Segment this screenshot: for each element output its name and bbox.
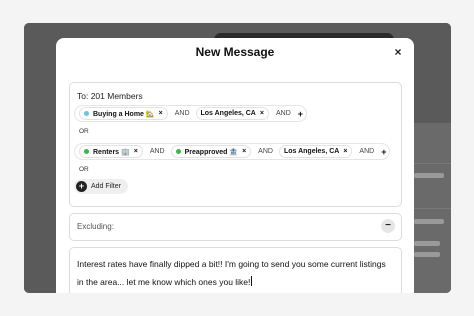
remove-chip-icon[interactable]: × xyxy=(260,110,264,117)
filter-group-1: Buying a Home 🏡 × AND Los Angeles, CA × … xyxy=(74,105,308,122)
or-label: OR xyxy=(79,128,89,135)
add-filter-label: Add Filter xyxy=(91,183,121,190)
remove-chip-icon[interactable]: × xyxy=(343,148,347,155)
chip-label: Los Angeles, CA xyxy=(200,110,256,117)
and-connector: AND xyxy=(275,110,291,117)
background-line xyxy=(414,252,440,257)
remove-chip-icon[interactable]: × xyxy=(242,148,246,155)
remove-chip-icon[interactable]: × xyxy=(134,148,138,155)
filter-chip-los-angeles[interactable]: Los Angeles, CA × xyxy=(195,107,269,120)
excluding-box[interactable]: Excluding: − xyxy=(69,213,402,241)
and-connector: AND xyxy=(258,148,273,155)
filter-chip-los-angeles[interactable]: Los Angeles, CA × xyxy=(278,145,353,158)
chip-label: Renters 🏢 xyxy=(93,148,130,156)
app-window: New Message × To: 201 Members Buying a H… xyxy=(24,23,451,293)
status-dot-icon xyxy=(175,149,181,154)
excluding-label: Excluding: xyxy=(77,222,114,231)
text-cursor xyxy=(251,276,253,286)
chip-label: Los Angeles, CA xyxy=(283,148,340,155)
filter-group-2: Renters 🏢 × AND Preapproved 🏦 × AND Los … xyxy=(74,143,391,160)
new-message-modal: New Message × To: 201 Members Buying a H… xyxy=(56,38,414,293)
collapse-minus-icon[interactable]: − xyxy=(381,219,395,233)
recipients-box: To: 201 Members Buying a Home 🏡 × AND Lo… xyxy=(69,82,402,207)
background-line xyxy=(414,219,444,224)
chip-label: Buying a Home 🏡 xyxy=(93,110,155,118)
chip-label: Preapproved 🏦 xyxy=(184,148,239,156)
plus-circle-icon: + xyxy=(76,181,87,192)
to-label: To: 201 Members xyxy=(77,91,143,101)
and-connector: AND xyxy=(149,148,165,155)
message-text: Interest rates have finally dipped a bit… xyxy=(77,259,386,287)
close-icon[interactable]: × xyxy=(392,45,404,59)
add-condition-icon[interactable]: + xyxy=(381,147,386,157)
message-textarea[interactable]: Interest rates have finally dipped a bit… xyxy=(69,247,402,293)
remove-chip-icon[interactable]: × xyxy=(159,110,163,117)
filter-chip-buying-a-home[interactable]: Buying a Home 🏡 × xyxy=(79,107,168,120)
and-connector: AND xyxy=(174,110,190,117)
filter-chip-preapproved[interactable]: Preapproved 🏦 × xyxy=(170,145,252,158)
or-label: OR xyxy=(79,166,89,173)
status-dot-icon xyxy=(84,111,89,116)
background-line xyxy=(414,241,440,246)
filter-chip-renters[interactable]: Renters 🏢 × xyxy=(79,145,143,158)
add-filter-button[interactable]: + Add Filter xyxy=(74,179,128,194)
status-dot-icon xyxy=(84,149,89,154)
add-condition-icon[interactable]: + xyxy=(298,109,303,119)
and-connector: AND xyxy=(359,148,375,155)
background-line xyxy=(414,173,444,178)
modal-title: New Message xyxy=(195,45,275,59)
